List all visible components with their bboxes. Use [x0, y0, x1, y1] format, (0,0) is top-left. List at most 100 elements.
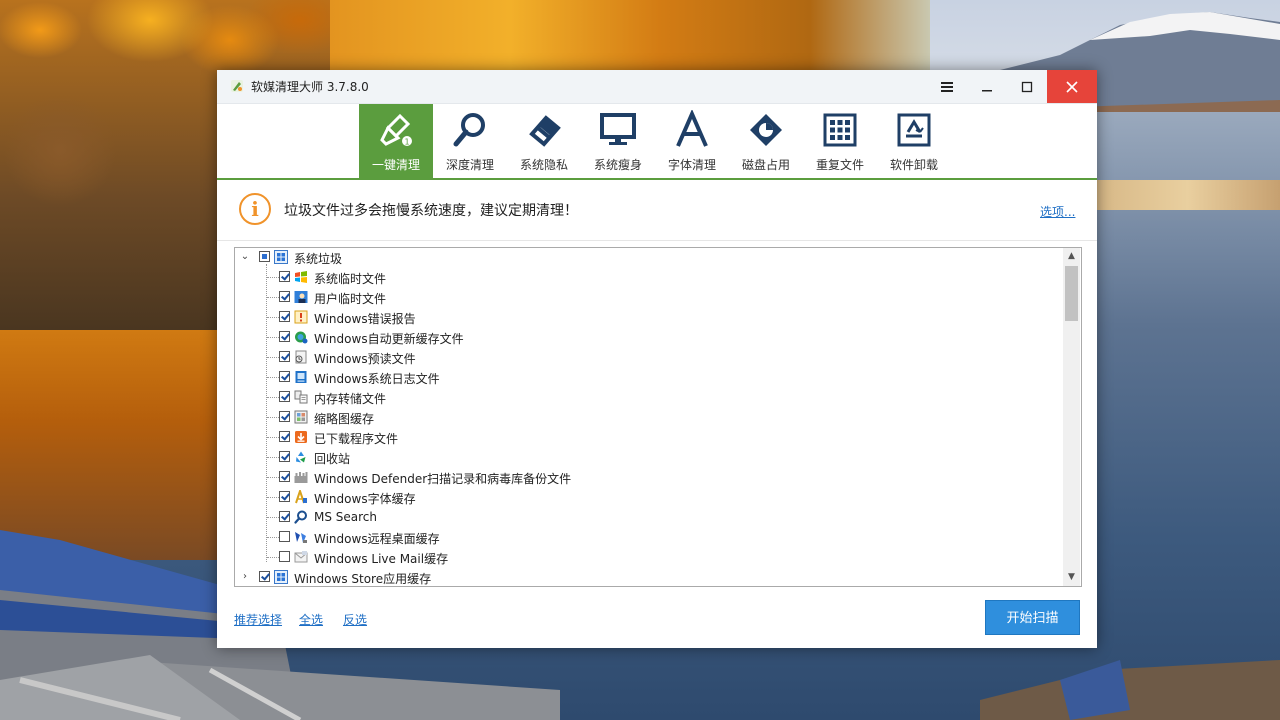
maximize-icon	[1021, 81, 1033, 92]
tab-label: 一键清理	[371, 158, 420, 172]
scroll-up-icon[interactable]: ▲	[1063, 248, 1080, 265]
item-checkbox[interactable]	[279, 311, 290, 322]
download-icon	[295, 431, 307, 443]
minimize-icon	[982, 89, 992, 91]
store-icon	[274, 570, 288, 584]
minimize-button[interactable]	[967, 70, 1007, 103]
item-label: Windows系统日志文件	[314, 372, 440, 386]
tree-item[interactable]: Windows错误报告	[235, 308, 1063, 328]
magnifier-icon	[453, 113, 485, 147]
thumbnail-icon	[294, 410, 308, 424]
tree-group-system-junk[interactable]: ⌄ 系统垃圾	[235, 248, 1063, 268]
item-checkbox[interactable]	[279, 351, 290, 362]
tab-label: 重复文件	[815, 158, 864, 172]
tree-item[interactable]: 系统临时文件	[235, 268, 1063, 288]
info-bar: i 垃圾文件过多会拖慢系统速度，建议定期清理！ 选项...	[217, 180, 1097, 241]
item-checkbox[interactable]	[279, 371, 290, 382]
log-icon	[295, 371, 307, 383]
tab-label: 系统瘦身	[593, 158, 642, 172]
warning-icon	[294, 310, 308, 324]
tab-label: 系统隐私	[519, 158, 568, 172]
maximize-button[interactable]	[1007, 70, 1047, 103]
item-checkbox[interactable]	[279, 331, 290, 342]
item-checkbox[interactable]	[279, 431, 290, 442]
eraser-icon	[529, 115, 561, 147]
tree-item[interactable]: Windows Defender扫描记录和病毒库备份文件	[235, 468, 1063, 488]
item-label: Windows错误报告	[314, 312, 416, 326]
item-checkbox[interactable]	[279, 551, 290, 562]
item-label: 系统临时文件	[314, 272, 387, 286]
tree-item[interactable]: 用户临时文件	[235, 288, 1063, 308]
select-all-link[interactable]: 全选	[299, 611, 323, 628]
item-checkbox[interactable]	[279, 411, 290, 422]
tree-scrollbar[interactable]: ▲ ▼	[1063, 248, 1080, 586]
recycle-bin-icon	[296, 451, 306, 463]
tab-one-click-clean[interactable]: 1 一键清理	[359, 104, 433, 178]
item-checkbox[interactable]	[279, 531, 290, 542]
info-icon: i	[239, 193, 271, 225]
cleaner-window: 软媒清理大师 3.7.8.0 1 一键清理 深度清理 系统隐私 系统瘦身 字体清…	[217, 70, 1097, 648]
tree-item[interactable]: 缩略图缓存	[235, 408, 1063, 428]
collapse-arrow-icon[interactable]: ⌄	[240, 252, 250, 262]
hamburger-icon	[941, 81, 953, 92]
group-checkbox[interactable]	[259, 251, 270, 262]
svg-text:1: 1	[404, 138, 409, 147]
tab-duplicate-files[interactable]: 重复文件	[803, 104, 877, 178]
item-checkbox[interactable]	[279, 271, 290, 282]
mail-icon	[294, 551, 308, 563]
item-checkbox[interactable]	[279, 471, 290, 482]
tree-item[interactable]: Windows远程桌面缓存	[235, 528, 1063, 548]
tree-item[interactable]: Windows字体缓存	[235, 488, 1063, 508]
tab-software-uninstall[interactable]: 软件卸载	[877, 104, 951, 178]
prefetch-icon	[295, 350, 307, 364]
item-checkbox[interactable]	[279, 291, 290, 302]
item-label: 内存转储文件	[314, 392, 387, 406]
tab-font-clean[interactable]: 字体清理	[655, 104, 729, 178]
title-bar: 软媒清理大师 3.7.8.0	[217, 70, 1097, 104]
recommend-select-link[interactable]: 推荐选择	[234, 611, 282, 628]
menu-button[interactable]	[927, 70, 967, 103]
user-icon	[294, 291, 308, 303]
disk-pie-icon	[750, 114, 782, 146]
tree-item[interactable]: MS Search	[235, 508, 1063, 528]
tree-item[interactable]: 内存转储文件	[235, 388, 1063, 408]
start-scan-button[interactable]: 开始扫描	[985, 600, 1080, 635]
tree-item[interactable]: 回收站	[235, 448, 1063, 468]
tree-item[interactable]: Windows自动更新缓存文件	[235, 328, 1063, 348]
tree-item[interactable]: 已下载程序文件	[235, 428, 1063, 448]
close-icon	[1066, 80, 1078, 93]
cleanup-tree: ⌄ 系统垃圾 系统临时文件 用户临时文件 Windows错误报告 Windows…	[234, 247, 1082, 587]
item-checkbox[interactable]	[279, 391, 290, 402]
tab-label: 软件卸载	[889, 158, 938, 172]
options-link[interactable]: 选项...	[1040, 203, 1075, 220]
item-label: Windows Defender扫描记录和病毒库备份文件	[314, 472, 572, 486]
tree-item[interactable]: Windows Live Mail缓存	[235, 548, 1063, 568]
scroll-thumb[interactable]	[1065, 266, 1078, 321]
tree-group-store-cache[interactable]: › Windows Store应用缓存	[235, 568, 1063, 586]
recycle-icon	[897, 113, 931, 147]
main-toolbar: 1 一键清理 深度清理 系统隐私 系统瘦身 字体清理 磁盘占用 重复文件 软件卸…	[217, 104, 1097, 180]
item-label: 已下载程序文件	[314, 432, 399, 446]
app-logo-icon	[231, 80, 243, 92]
close-button[interactable]	[1047, 70, 1097, 103]
window-title: 软媒清理大师 3.7.8.0	[251, 80, 369, 94]
item-checkbox[interactable]	[279, 511, 290, 522]
invert-select-link[interactable]: 反选	[343, 611, 367, 628]
tab-deep-clean[interactable]: 深度清理	[433, 104, 507, 178]
group-label: Windows Store应用缓存	[294, 572, 432, 586]
tree-item[interactable]: Windows预读文件	[235, 348, 1063, 368]
tab-disk-usage[interactable]: 磁盘占用	[729, 104, 803, 178]
globe-update-icon	[295, 331, 308, 344]
tab-label: 磁盘占用	[741, 158, 790, 172]
item-checkbox[interactable]	[279, 491, 290, 502]
tree-item[interactable]: Windows系统日志文件	[235, 368, 1063, 388]
scroll-down-icon[interactable]: ▼	[1063, 569, 1080, 586]
tab-system-privacy[interactable]: 系统隐私	[507, 104, 581, 178]
expand-arrow-icon[interactable]: ›	[240, 572, 250, 582]
item-checkbox[interactable]	[279, 451, 290, 462]
tree-content: ⌄ 系统垃圾 系统临时文件 用户临时文件 Windows错误报告 Windows…	[235, 248, 1063, 586]
font-cache-icon	[295, 490, 307, 504]
group-checkbox[interactable]	[259, 571, 270, 582]
info-message: 垃圾文件过多会拖慢系统速度，建议定期清理！	[284, 203, 578, 219]
tab-system-slim[interactable]: 系统瘦身	[581, 104, 655, 178]
